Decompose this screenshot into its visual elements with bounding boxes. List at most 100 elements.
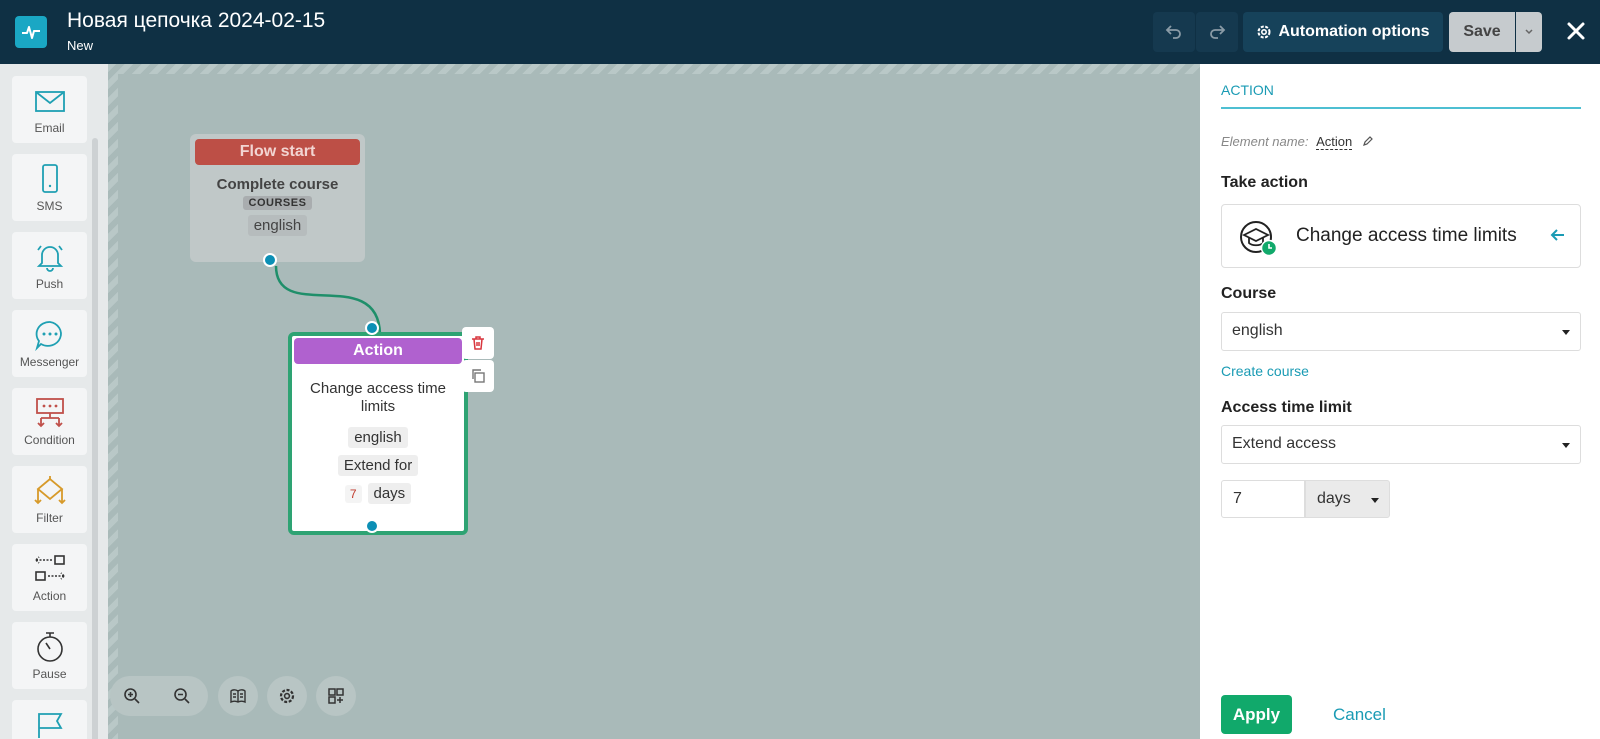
chevron-down-icon [1525,29,1533,35]
redo-button[interactable] [1196,12,1238,52]
chat-icon [34,321,62,352]
tool-label: Pause [32,667,67,681]
condition-icon [35,398,64,428]
automation-options-label: Automation options [1278,23,1430,40]
stopwatch-icon [36,632,63,662]
close-button[interactable] [1561,14,1591,48]
arrow-left-icon[interactable] [1550,227,1566,248]
automation-options-button[interactable]: Automation options [1243,12,1443,52]
caret-down-icon [1562,443,1570,448]
envelope-icon [34,91,65,112]
flag-icon [37,713,63,738]
zoom-in-icon [124,688,140,704]
cancel-button[interactable]: Cancel [1333,705,1386,725]
flow-start-course: english [247,215,308,236]
tool-action[interactable]: Action [12,544,87,611]
gear-icon [1257,25,1271,39]
flow-start-output-port[interactable] [263,253,277,267]
tool-label: Push [35,277,64,291]
trash-icon [472,336,484,350]
tool-label: SMS [36,199,63,213]
element-name: Element name: Action [1221,134,1374,150]
amount-input[interactable]: 7 [1221,480,1305,518]
tab-action[interactable]: ACTION [1221,82,1274,98]
grid-icon [328,688,344,704]
apply-button[interactable]: Apply [1221,695,1292,734]
action-node-header: Action [294,338,462,364]
unit-select[interactable]: days [1305,480,1390,518]
element-name-value[interactable]: Action [1316,134,1353,150]
tool-filter[interactable]: Filter [12,466,87,533]
flow-canvas[interactable]: Flow start Complete course COURSES engli… [108,64,1200,739]
bell-icon [36,245,63,272]
action-node-amount: 7 [344,485,362,503]
panel-footer: Apply Cancel [1200,674,1600,739]
tool-pause[interactable]: Pause [12,622,87,689]
flow-status: New [67,38,94,53]
minimap-button[interactable] [316,676,356,716]
course-select[interactable]: english [1221,312,1581,351]
guide-button[interactable] [218,676,258,716]
zoom-out-icon [174,688,190,704]
action-node[interactable]: Action Change access time limits english… [288,332,468,535]
flow-start-tag: COURSES [242,196,313,210]
action-node-unit: days [367,483,412,504]
save-dropdown-button[interactable] [1516,12,1542,52]
take-action-selector[interactable]: Change access time limits [1221,204,1581,268]
caret-down-icon [1562,330,1570,335]
copy-icon [472,369,485,383]
flow-start-node[interactable]: Flow start Complete course COURSES engli… [190,134,365,262]
tool-label: Condition [24,433,75,447]
tool-label: Email [34,121,65,135]
course-select-value: english [1232,322,1283,339]
tool-push[interactable]: Push [12,232,87,299]
redo-icon [1210,25,1226,39]
tool-label: Messenger [19,355,80,369]
zoom-in-button[interactable] [112,676,152,716]
delete-node-button[interactable] [462,327,494,359]
tool-goal[interactable] [12,700,87,739]
top-bar: Новая цепочка 2024-02-15 New Automation … [0,0,1600,64]
undo-icon [1165,25,1181,39]
action-node-body: Change access time limits english Extend… [292,380,464,504]
tool-label: Filter [36,511,63,525]
gear-icon [279,688,295,704]
course-label: Course [1221,285,1277,302]
tab-underline [1221,107,1581,109]
flow-title[interactable]: Новая цепочка 2024-02-15 [67,9,325,33]
tool-sms[interactable]: SMS [12,154,87,221]
take-action-value: Change access time limits [1296,225,1517,246]
tool-label: Action [32,589,67,603]
caret-down-icon [1371,498,1379,503]
action-output-port[interactable] [365,519,379,533]
element-toolbar: Email SMS Push Messenger Condition Filte… [0,64,108,739]
element-name-label: Element name: [1221,134,1309,149]
access-time-limit-value: Extend access [1232,435,1337,452]
undo-button[interactable] [1153,12,1195,52]
action-node-title: Change access time limits [310,380,446,415]
access-time-limit-select[interactable]: Extend access [1221,425,1581,464]
pencil-icon[interactable] [1362,135,1374,147]
create-course-link[interactable]: Create course [1221,363,1309,379]
unit-select-value: days [1317,490,1351,507]
action-node-course: english [348,427,408,448]
action-settings-panel: ACTION Element name: Action Take action … [1200,64,1600,739]
take-action-label: Take action [1221,174,1308,191]
action-icon [34,555,65,581]
zoom-out-button[interactable] [162,676,202,716]
app-logo-icon[interactable] [15,16,47,48]
book-icon [230,689,246,704]
canvas-settings-button[interactable] [267,676,307,716]
action-input-port[interactable] [365,321,379,335]
close-icon [1567,22,1585,40]
tool-condition[interactable]: Condition [12,388,87,455]
save-button[interactable]: Save [1449,12,1515,52]
action-node-mode: Extend for [337,455,419,476]
tool-messenger[interactable]: Messenger [12,310,87,377]
tool-email[interactable]: Email [12,76,87,143]
filter-icon [33,476,66,505]
toolbar-scrollbar[interactable] [92,138,98,739]
duplicate-node-button[interactable] [462,360,494,392]
access-time-limit-label: Access time limit [1221,399,1352,416]
flow-start-header: Flow start [195,139,360,165]
